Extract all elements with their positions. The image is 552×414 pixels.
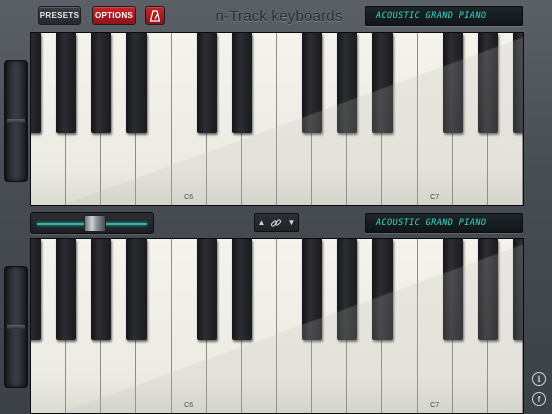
- pitch-wheel-top[interactable]: [4, 60, 28, 182]
- black-key[interactable]: [126, 239, 147, 340]
- black-key[interactable]: [337, 33, 358, 133]
- octave-label: C7: [430, 402, 440, 409]
- metronome-icon: [150, 9, 160, 22]
- black-key[interactable]: [477, 239, 499, 340]
- black-key[interactable]: [231, 239, 253, 340]
- black-key[interactable]: [231, 33, 253, 133]
- black-key[interactable]: [196, 239, 217, 340]
- presets-button[interactable]: PRESETS: [38, 6, 81, 25]
- black-key[interactable]: [31, 33, 42, 133]
- black-key[interactable]: [196, 33, 217, 133]
- options-button[interactable]: OPTIONS: [92, 6, 136, 25]
- black-key[interactable]: [301, 33, 323, 133]
- app-title: n-Track keyboards: [215, 8, 343, 25]
- bottom-instrument-display[interactable]: ACOUSTIC GRAND PIANO: [365, 213, 523, 233]
- black-key[interactable]: [91, 239, 112, 340]
- black-key[interactable]: [55, 33, 77, 133]
- keyboard-link-control[interactable]: ▲ ▼: [254, 213, 299, 232]
- black-key[interactable]: [372, 239, 393, 340]
- black-key[interactable]: [91, 33, 112, 133]
- top-toolbar: PRESETS OPTIONS n-Track keyboards ACOUST…: [0, 0, 552, 32]
- black-key[interactable]: [512, 239, 523, 340]
- black-key[interactable]: [477, 33, 499, 133]
- black-key[interactable]: [372, 33, 393, 133]
- octave-label: C7: [430, 194, 440, 201]
- triangle-down-icon[interactable]: ▼: [288, 218, 296, 227]
- black-key[interactable]: [442, 239, 463, 340]
- black-key[interactable]: [55, 239, 77, 340]
- bottom-keyboard[interactable]: C6 C7: [30, 238, 524, 414]
- metronome-button[interactable]: [145, 6, 165, 25]
- black-key[interactable]: [337, 239, 358, 340]
- facebook-icon[interactable]: f: [532, 392, 546, 406]
- octave-label: C6: [184, 402, 194, 409]
- octave-label: C6: [184, 194, 194, 201]
- app-window: PRESETS OPTIONS n-Track keyboards ACOUST…: [0, 0, 552, 414]
- top-instrument-display[interactable]: ACOUSTIC GRAND PIANO: [365, 6, 523, 26]
- split-slider[interactable]: [30, 212, 154, 234]
- black-key[interactable]: [301, 239, 323, 340]
- black-key[interactable]: [126, 33, 147, 133]
- black-key[interactable]: [31, 239, 42, 340]
- triangle-up-icon[interactable]: ▲: [258, 218, 266, 227]
- wheel-notch: [7, 325, 25, 329]
- slider-thumb[interactable]: [83, 215, 106, 232]
- black-key[interactable]: [512, 33, 523, 133]
- top-keyboard[interactable]: C6 C7: [30, 32, 524, 206]
- black-key[interactable]: [442, 33, 463, 133]
- info-icon[interactable]: i: [532, 372, 546, 386]
- wheel-notch: [7, 119, 25, 123]
- chain-link-icon[interactable]: [270, 217, 282, 229]
- pitch-wheel-bottom[interactable]: [4, 266, 28, 388]
